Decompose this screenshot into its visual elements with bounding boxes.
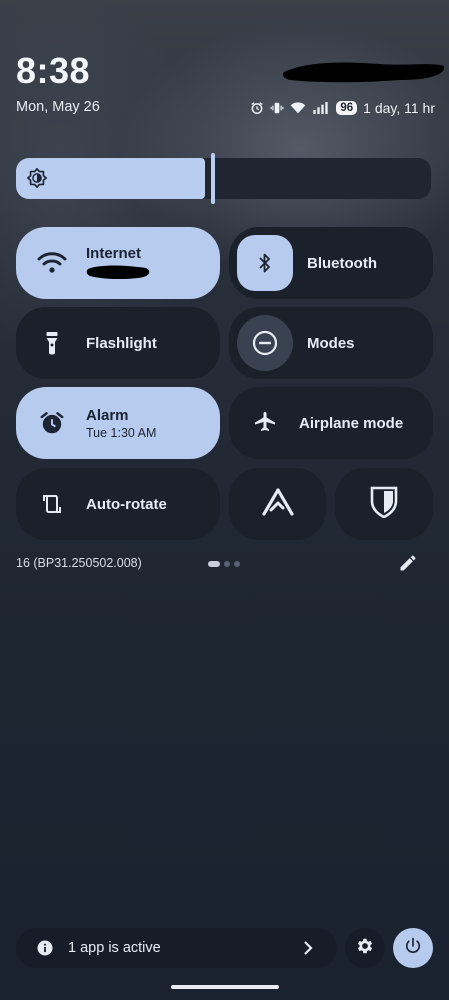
chevron-right-icon (303, 940, 313, 960)
battery-level: 96 (336, 101, 358, 115)
tile-modes-label: Modes (307, 334, 355, 352)
redaction-mark (86, 265, 150, 280)
tile-bluetooth-label: Bluetooth (307, 254, 377, 272)
tile-alarm-time: Tue 1:30 AM (86, 425, 157, 440)
flashlight-icon (16, 331, 88, 355)
wifi-icon (16, 252, 88, 274)
brightness-icon (26, 167, 48, 194)
status-bar: 96 1 day, 11 hr (250, 98, 435, 118)
arrow-logo-icon (261, 487, 294, 521)
tile-flashlight-label: Flashlight (86, 334, 157, 352)
shield-icon (370, 486, 398, 523)
page-dot (224, 561, 230, 567)
alarm-icon (16, 410, 88, 436)
tile-auto-rotate[interactable]: Auto-rotate (16, 468, 220, 540)
power-icon (403, 936, 423, 961)
page-dot (234, 561, 240, 567)
tile-flashlight[interactable]: Flashlight (16, 307, 220, 379)
bluetooth-icon (237, 235, 293, 291)
tile-airplane-mode[interactable]: Airplane mode (229, 387, 433, 459)
vibrate-icon (270, 101, 284, 115)
active-apps-button[interactable]: 1 app is active (16, 928, 337, 968)
redaction-mark (282, 62, 445, 83)
tile-airplane-mode-label: Airplane mode (299, 414, 404, 432)
airplane-icon (229, 411, 301, 435)
tile-app-shield[interactable] (335, 468, 433, 540)
tile-modes[interactable]: Modes (229, 307, 433, 379)
active-apps-label: 1 app is active (68, 940, 161, 956)
battery-estimate: 1 day, 11 hr (363, 100, 435, 116)
tile-internet[interactable]: Internet (16, 227, 220, 299)
brightness-slider[interactable] (16, 153, 431, 204)
do-not-disturb-icon (237, 315, 293, 371)
power-button[interactable] (393, 928, 433, 968)
date-label[interactable]: Mon, May 26 (16, 99, 100, 115)
tile-app-arrow[interactable] (229, 468, 326, 540)
settings-button[interactable] (345, 928, 385, 968)
tile-internet-label: Internet (86, 245, 142, 262)
home-indicator[interactable] (171, 985, 279, 989)
clock-time[interactable]: 8:38 (16, 50, 90, 92)
tile-alarm-label: Alarm (86, 406, 129, 424)
signal-icon (312, 101, 329, 115)
tile-alarm[interactable]: Alarm Tue 1:30 AM (16, 387, 220, 459)
pencil-icon[interactable] (398, 553, 418, 578)
build-number[interactable]: 16 (BP31.250502.008) (16, 556, 142, 570)
info-icon (36, 939, 54, 957)
rotate-icon (16, 492, 88, 516)
gear-icon (355, 936, 375, 961)
page-indicator (208, 561, 240, 567)
tile-auto-rotate-label: Auto-rotate (86, 495, 167, 513)
alarm-icon (250, 101, 264, 115)
tile-bluetooth[interactable]: Bluetooth (229, 227, 433, 299)
brightness-slider-handle[interactable] (211, 153, 215, 204)
page-dot-current (208, 561, 220, 567)
wifi-icon (290, 101, 306, 115)
